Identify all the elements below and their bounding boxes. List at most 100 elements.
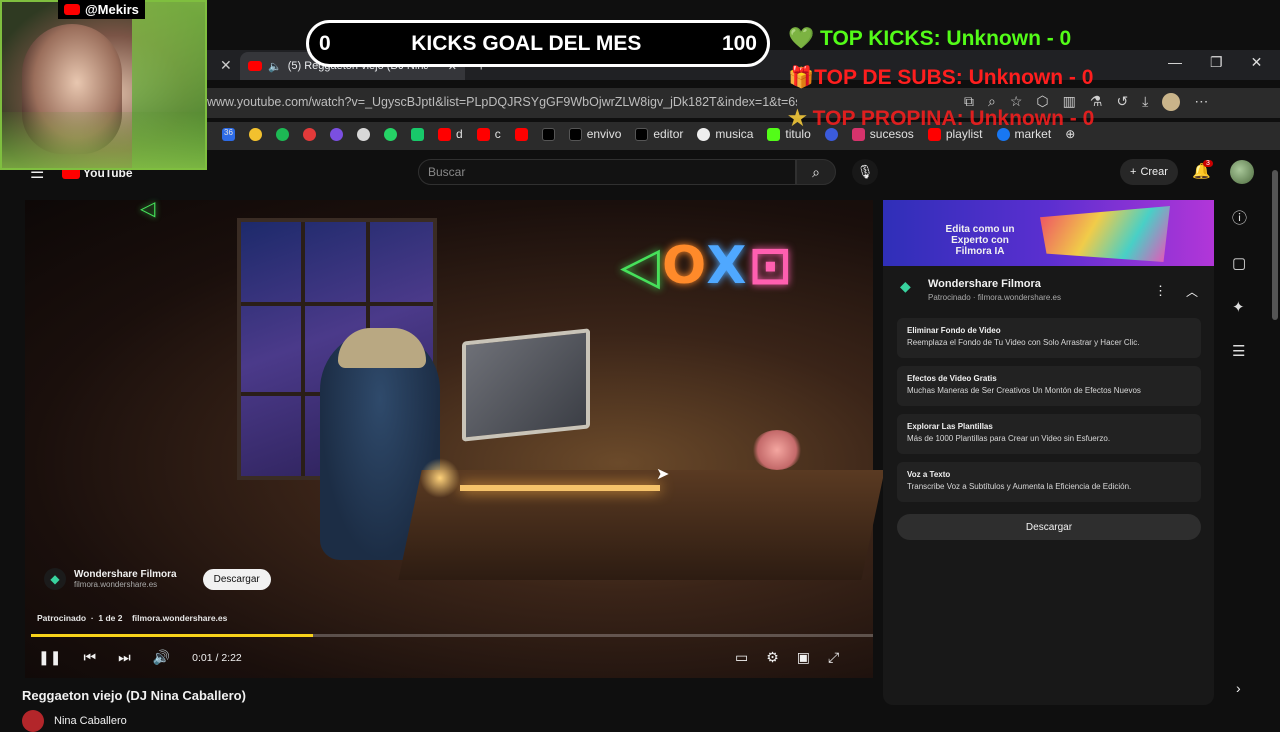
filmora-logo-icon: ◆ bbox=[900, 278, 911, 294]
youtube-icon bbox=[476, 127, 490, 141]
ad-feature-item[interactable]: Efectos de Video Gratis Muchas Maneras d… bbox=[897, 366, 1201, 406]
bookmark-red[interactable] bbox=[303, 127, 316, 141]
video-frame-monitor bbox=[462, 328, 590, 442]
volume-icon[interactable]: 🔊 bbox=[153, 649, 170, 666]
youtube-icon bbox=[438, 127, 451, 141]
openai-icon bbox=[357, 127, 370, 141]
spotify-icon bbox=[276, 127, 289, 141]
more-icon[interactable]: ⋯ bbox=[1194, 93, 1208, 111]
search-button[interactable]: ⌕ bbox=[796, 159, 836, 185]
banner-text: Edita como un Experto con Filmora IA bbox=[945, 224, 1015, 257]
sparkle-icon[interactable]: ✦ bbox=[1232, 298, 1247, 316]
bookmark-tiktok[interactable] bbox=[541, 127, 555, 141]
ad-title: Wondershare Filmora bbox=[74, 569, 177, 580]
top-subs-line: 🎁TOP DE SUBS: Unknown - 0 bbox=[788, 66, 1094, 89]
download-icon[interactable]: ⤓ bbox=[1142, 93, 1148, 111]
subtitles-icon[interactable]: ▭ bbox=[735, 649, 748, 666]
window-controls: — ❐ ✕ bbox=[1168, 54, 1262, 71]
right-rail: ⓘ ▢ ✦ ☰ bbox=[1232, 207, 1247, 360]
search-icon: ⌕ bbox=[812, 163, 820, 180]
bookmark-editor[interactable]: editor bbox=[635, 127, 683, 141]
info-icon[interactable]: ⓘ bbox=[1232, 207, 1247, 228]
playlist-icon[interactable]: ☰ bbox=[1232, 342, 1247, 360]
kick-icon bbox=[767, 127, 781, 141]
time-display: 0:01 / 2:22 bbox=[192, 651, 242, 664]
video-frame-flower bbox=[752, 430, 802, 470]
bookmark-green[interactable] bbox=[411, 127, 424, 141]
history-icon[interactable]: ↺ bbox=[1116, 93, 1128, 111]
player-controls-left: ❚❚ ⏮ ⏭ 🔊 0:01 / 2:22 bbox=[38, 649, 242, 666]
tiktok-icon bbox=[568, 127, 582, 141]
bookmark-36[interactable]: 36 bbox=[222, 127, 235, 141]
video-ad-card: ◆ Wondershare Filmora filmora.wondershar… bbox=[44, 568, 271, 590]
goal-current: 0 bbox=[319, 31, 331, 55]
fullscreen-icon[interactable]: ⤢ bbox=[828, 649, 839, 666]
bulb-icon bbox=[249, 127, 262, 141]
avatar[interactable] bbox=[1230, 160, 1254, 184]
bookmark-spotify[interactable] bbox=[276, 127, 289, 141]
create-button[interactable]: + Crear bbox=[1120, 159, 1178, 185]
channel-avatar[interactable] bbox=[22, 710, 44, 732]
settings-icon[interactable]: ⚙ bbox=[766, 649, 779, 666]
channel-row: Nina Caballero bbox=[22, 710, 127, 732]
heart-icon: 💚 bbox=[788, 27, 815, 50]
channel-name[interactable]: Nina Caballero bbox=[54, 715, 127, 727]
goal-target: 100 bbox=[721, 31, 757, 55]
bookmark-musica[interactable]: musica bbox=[697, 127, 753, 141]
bookmark-yt[interactable] bbox=[514, 127, 528, 141]
sidebar-ad-title[interactable]: Wondershare Filmora bbox=[928, 278, 1061, 290]
theater-mode-icon[interactable]: ▣ bbox=[797, 649, 810, 666]
progress-bar-fill bbox=[31, 634, 314, 637]
search-input[interactable]: Buscar bbox=[428, 165, 465, 179]
sidebar-ad-header: ◆ Wondershare Filmora Patrocinado · film… bbox=[900, 278, 1061, 302]
youtube-icon bbox=[64, 4, 80, 15]
restore-icon[interactable]: ❐ bbox=[1210, 54, 1223, 71]
sidebar-download-button[interactable]: Descargar bbox=[897, 514, 1201, 540]
video-title: Reggaeton viejo (DJ Nina Caballero) bbox=[22, 688, 246, 703]
more-options-icon[interactable]: ⋮ bbox=[1154, 283, 1167, 299]
next-icon[interactable]: ⏭ bbox=[118, 649, 131, 666]
previous-icon[interactable]: ⏮ bbox=[83, 649, 96, 666]
bookmark-d[interactable]: d bbox=[438, 127, 463, 141]
goal-title: KICKS GOAL DEL MES bbox=[411, 31, 642, 55]
bookmark-c[interactable]: c bbox=[476, 127, 501, 141]
voice-search-button[interactable]: 🎙 bbox=[852, 159, 878, 185]
bookmark-envivo[interactable]: envivo bbox=[568, 127, 621, 141]
music-icon bbox=[697, 127, 711, 141]
ad-sponsored-meta: Patrocinado · 1 de 2 filmora.wondershare… bbox=[37, 613, 228, 623]
bookmark-app[interactable] bbox=[330, 127, 343, 141]
bookmark-gear[interactable] bbox=[357, 127, 370, 141]
search-box[interactable] bbox=[418, 159, 796, 185]
star-icon: ★ bbox=[788, 107, 807, 130]
bookmark-idea[interactable] bbox=[249, 127, 262, 141]
ad-feature-item[interactable]: Voz a Texto Transcribe Voz a Subtítulos … bbox=[897, 462, 1201, 502]
tiktok-icon bbox=[541, 127, 555, 141]
app-icon bbox=[330, 127, 343, 141]
sidebar-ad-sponsored: Patrocinado · filmora.wondershare.es bbox=[928, 293, 1061, 302]
pause-icon[interactable]: ❚❚ bbox=[38, 649, 61, 666]
webcam-channel-tag: @Mekirs bbox=[58, 0, 145, 19]
top-propina-line: ★ TOP PROPINA: Unknown - 0 bbox=[788, 107, 1095, 130]
profile-icon[interactable] bbox=[1162, 93, 1181, 111]
chevron-right-icon[interactable]: › bbox=[1236, 680, 1241, 696]
kicks-goal-box: 0 KICKS GOAL DEL MES 100 bbox=[306, 20, 770, 67]
minimize-icon[interactable]: — bbox=[1168, 54, 1182, 71]
scrollbar[interactable] bbox=[1272, 170, 1278, 320]
close-window-icon[interactable]: ✕ bbox=[1251, 54, 1263, 71]
neon-triangle-icon: ◁ bbox=[140, 198, 156, 220]
bookmark-whatsapp[interactable] bbox=[384, 127, 397, 141]
mic-icon: 🎙 bbox=[856, 164, 874, 179]
chevron-up-icon[interactable]: ︿ bbox=[1186, 283, 1198, 300]
mouse-cursor-icon: ➤ bbox=[656, 466, 670, 483]
speaker-icon[interactable]: 🔈 bbox=[268, 60, 282, 73]
ad-domain: filmora.wondershare.es bbox=[74, 580, 158, 589]
video-frame-lamp bbox=[420, 458, 460, 498]
url-field[interactable]: www.youtube.com/watch?v=_UgyscBJptI&list… bbox=[207, 95, 797, 109]
video-frame-led bbox=[460, 485, 660, 491]
youtube-favicon-icon bbox=[248, 61, 262, 71]
chat-icon[interactable]: ▢ bbox=[1232, 254, 1247, 272]
ad-download-button[interactable]: Descargar bbox=[202, 568, 271, 590]
ad-feature-item[interactable]: Eliminar Fondo de Video Reemplaza el Fon… bbox=[897, 318, 1201, 358]
ad-feature-item[interactable]: Explorar Las Plantillas Más de 1000 Plan… bbox=[897, 414, 1201, 454]
close-tab-icon[interactable]: ✕ bbox=[220, 57, 232, 74]
